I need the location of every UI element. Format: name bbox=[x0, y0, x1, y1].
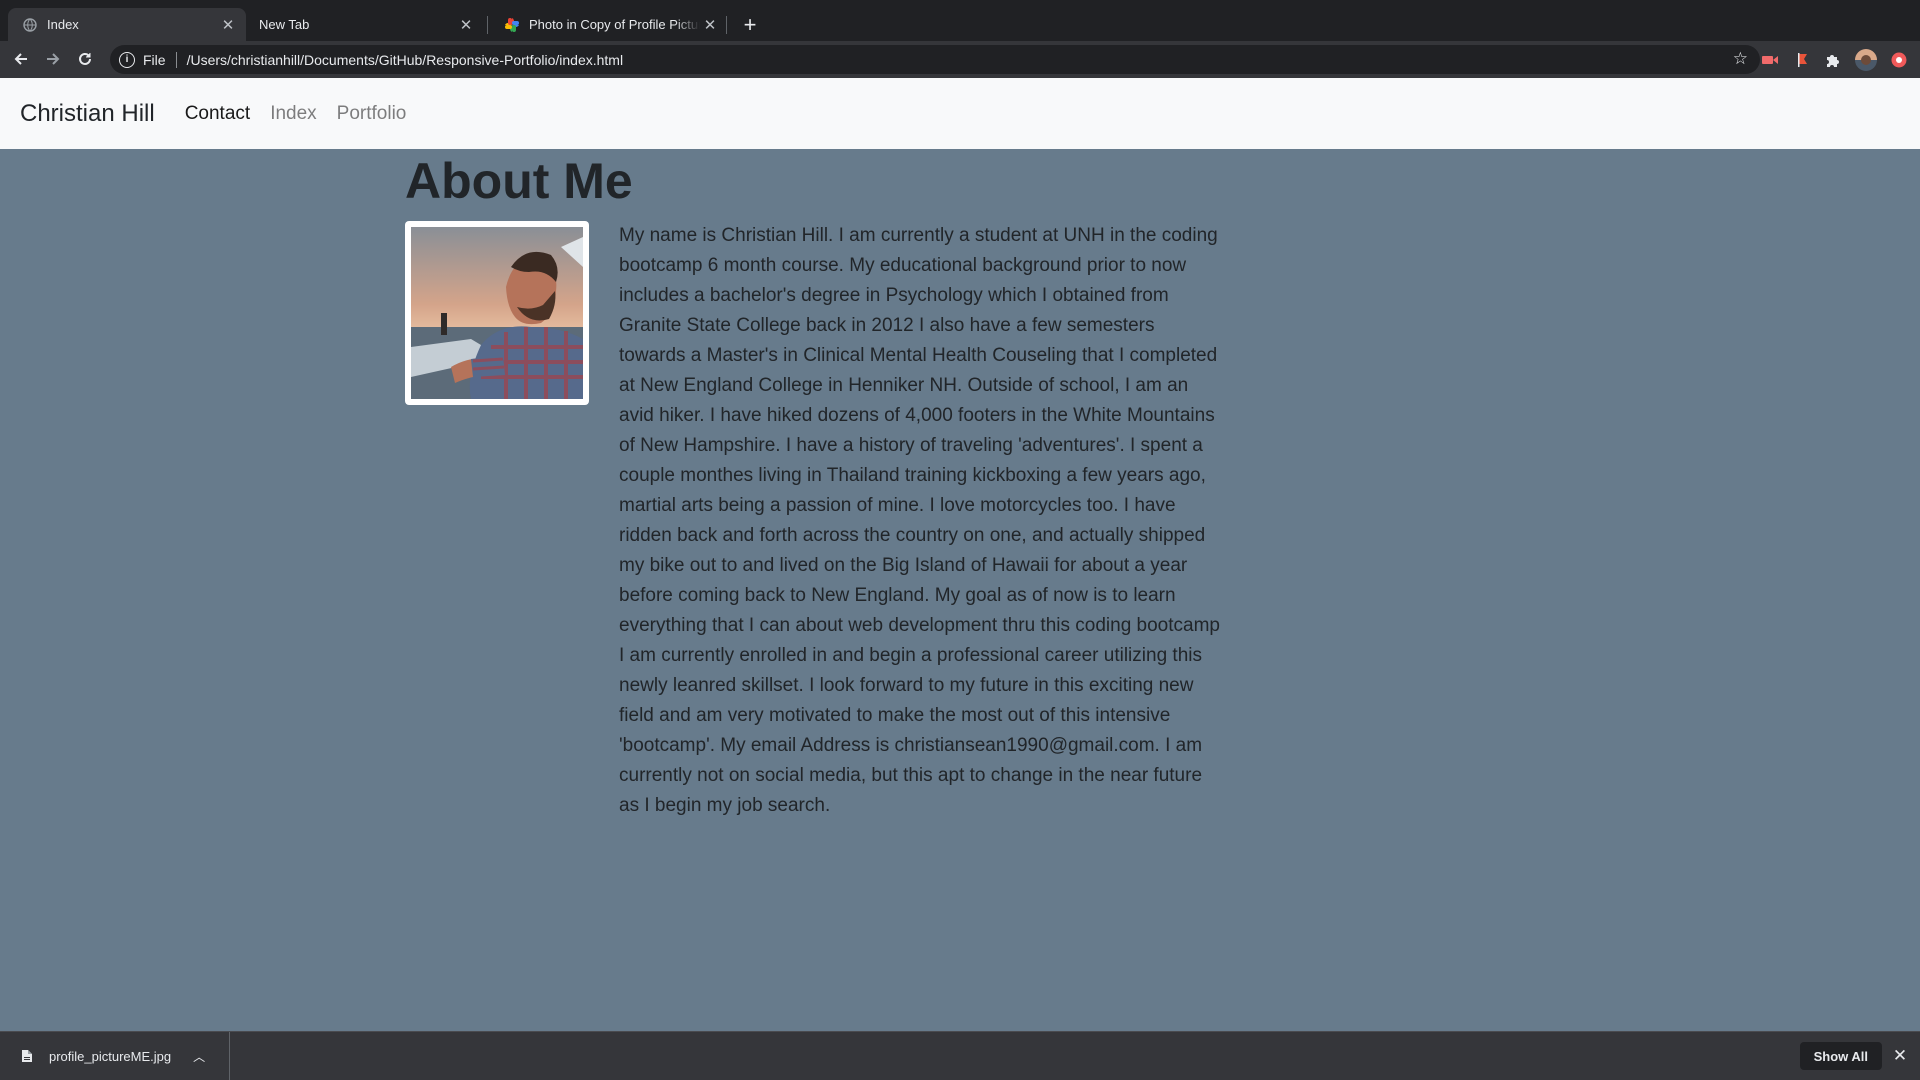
profile-avatar-icon[interactable] bbox=[1855, 49, 1877, 71]
about-row: My name is Christian Hill. I am currentl… bbox=[405, 221, 1235, 821]
site-navbar: Christian Hill Contact Index Portfolio bbox=[0, 78, 1920, 149]
about-section: About Me My name is Christian Hill. I am… bbox=[405, 149, 1235, 821]
close-icon[interactable]: ✕ bbox=[218, 15, 238, 35]
chevron-up-icon[interactable]: ︿ bbox=[193, 1048, 205, 1065]
tab-photo[interactable]: Photo in Copy of Profile Pictures ✕ bbox=[490, 8, 728, 41]
bookmark-star-icon[interactable]: ☆ bbox=[1733, 49, 1748, 69]
file-icon bbox=[21, 1049, 33, 1063]
tab-title: Photo in Copy of Profile Pictures bbox=[529, 17, 700, 32]
tab-strip: Index ✕ New Tab ✕ Photo in Copy of Profi… bbox=[0, 0, 1920, 41]
profile-photo-image bbox=[411, 227, 583, 399]
reload-icon[interactable] bbox=[72, 46, 98, 72]
nav-link-contact[interactable]: Contact bbox=[185, 103, 250, 125]
nav-link-portfolio[interactable]: Portfolio bbox=[337, 103, 407, 125]
download-file-name: profile_pictureME.jpg bbox=[49, 1048, 172, 1064]
close-icon[interactable]: ✕ bbox=[456, 15, 476, 35]
tab-new-tab[interactable]: New Tab ✕ bbox=[246, 8, 484, 41]
address-url[interactable]: /Users/christianhill/Documents/GitHub/Re… bbox=[187, 52, 624, 68]
address-scheme: File bbox=[143, 51, 166, 68]
profile-photo bbox=[405, 221, 589, 405]
screen-recorder-extension-icon[interactable] bbox=[1760, 50, 1780, 70]
back-arrow-icon[interactable] bbox=[8, 46, 34, 72]
address-bar[interactable]: i File /Users/christianhill/Documents/Gi… bbox=[110, 45, 1760, 74]
page-viewport: Christian Hill Contact Index Portfolio A… bbox=[0, 78, 1920, 1031]
close-icon[interactable]: ✕ bbox=[700, 15, 720, 35]
notification-extension-icon[interactable] bbox=[1889, 50, 1909, 70]
puzzle-extensions-icon[interactable] bbox=[1823, 50, 1843, 70]
flag-extension-icon[interactable] bbox=[1793, 50, 1813, 70]
tab-index[interactable]: Index ✕ bbox=[8, 8, 246, 41]
nav-link-index[interactable]: Index bbox=[270, 103, 316, 125]
download-shelf: profile_pictureME.jpg ︿ Show All ✕ bbox=[0, 1031, 1920, 1080]
new-tab-plus-icon[interactable]: + bbox=[737, 12, 763, 38]
show-all-button[interactable]: Show All bbox=[1799, 1042, 1882, 1070]
tab-divider bbox=[726, 16, 727, 34]
site-nav-links: Contact Index Portfolio bbox=[185, 103, 427, 125]
bio-text: My name is Christian Hill. I am currentl… bbox=[619, 225, 1220, 816]
globe-icon bbox=[22, 17, 38, 33]
page-title: About Me bbox=[405, 153, 633, 209]
site-brand[interactable]: Christian Hill bbox=[20, 100, 155, 128]
download-item[interactable]: profile_pictureME.jpg ︿ bbox=[0, 1032, 230, 1080]
browser-toolbar: i File /Users/christianhill/Documents/Gi… bbox=[0, 41, 1920, 78]
google-photos-icon bbox=[504, 17, 520, 33]
tab-divider bbox=[487, 16, 488, 34]
tab-title: Index bbox=[47, 17, 79, 32]
close-icon[interactable]: ✕ bbox=[1890, 1046, 1910, 1066]
forward-arrow-icon[interactable] bbox=[40, 46, 66, 72]
tab-title: New Tab bbox=[259, 17, 310, 32]
info-icon[interactable]: i bbox=[119, 51, 135, 68]
address-divider bbox=[175, 51, 177, 68]
